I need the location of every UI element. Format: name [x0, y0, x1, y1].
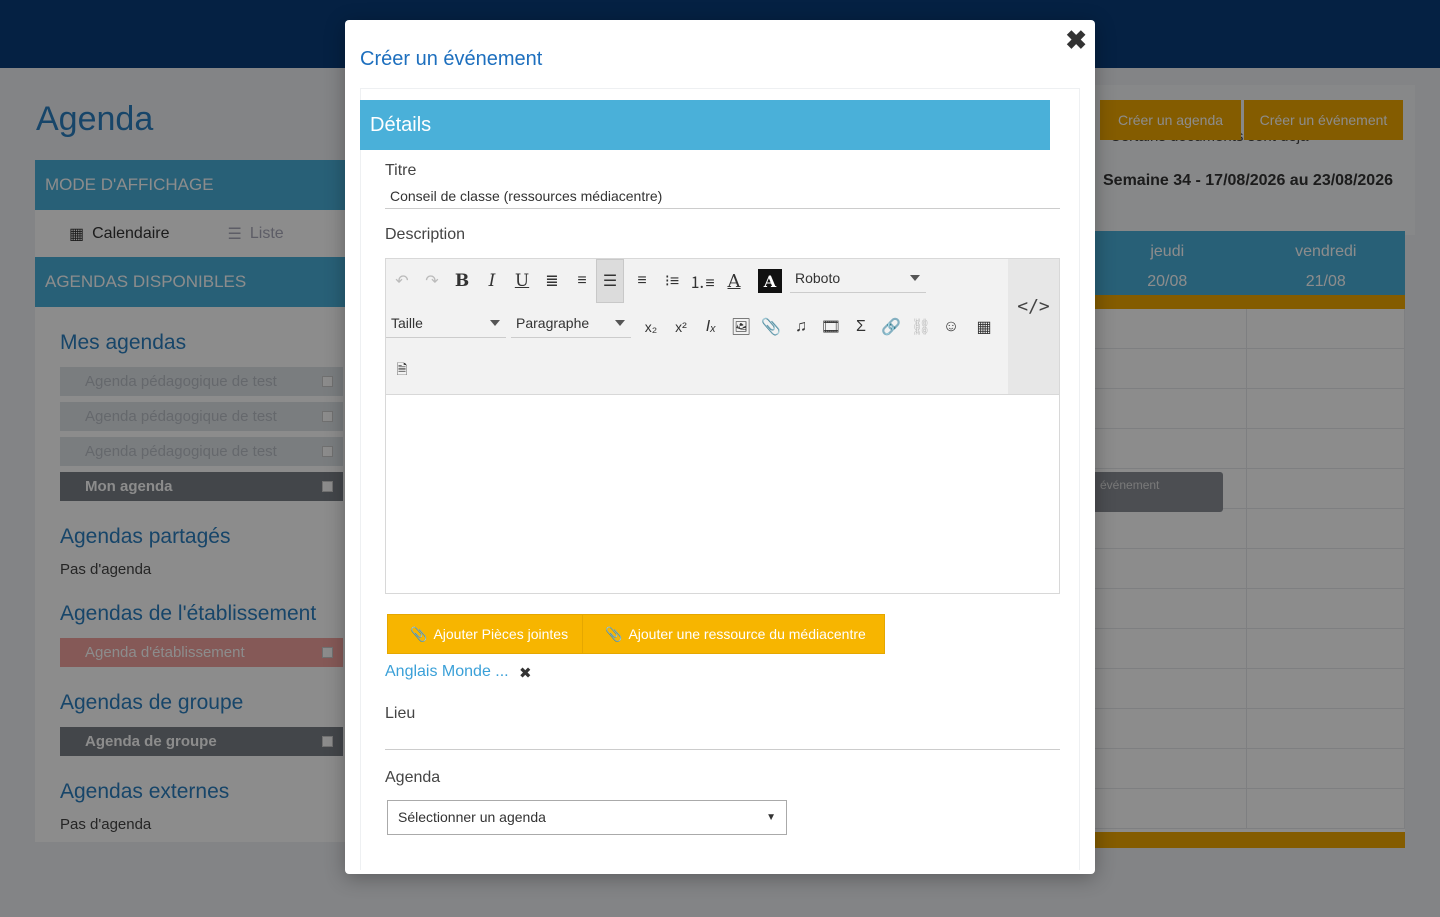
- close-icon[interactable]: ✖: [1065, 26, 1087, 54]
- background-color-icon[interactable]: A: [758, 269, 782, 293]
- location-label: Lieu: [385, 705, 416, 722]
- paragraph-value: Paragraphe: [516, 315, 590, 331]
- link-icon[interactable]: 🔗: [877, 313, 905, 341]
- add-attachment-button[interactable]: 📎 Ajouter Pièces jointes: [387, 614, 588, 654]
- document-icon[interactable]: 🗎: [388, 357, 416, 385]
- chevron-down-icon: [490, 320, 500, 326]
- editor-content-area[interactable]: [386, 394, 1059, 593]
- redo-icon[interactable]: ↷: [418, 267, 446, 295]
- chevron-down-icon: [910, 275, 920, 281]
- align-right-icon[interactable]: ≡: [628, 267, 656, 295]
- table-icon[interactable]: ▦: [970, 313, 998, 341]
- font-family-select[interactable]: Roboto: [790, 267, 926, 293]
- subscript-icon[interactable]: x₂: [637, 313, 665, 341]
- unlink-icon[interactable]: ⛓: [907, 313, 935, 341]
- agenda-select[interactable]: Sélectionner un agenda ▼: [387, 800, 787, 835]
- location-input[interactable]: [385, 726, 1060, 750]
- add-resource-button[interactable]: 📎 Ajouter une ressource du médiacentre: [582, 614, 885, 654]
- font-family-value: Roboto: [795, 270, 841, 286]
- rich-text-editor: ↶ ↷ B I U ≣ ≡ ☰ ≡ ⁝≡ ⒈≡ A A Roboto Taill…: [385, 258, 1060, 594]
- create-event-modal: Créer un événement ✖ Détails Titre Descr…: [345, 20, 1095, 874]
- chevron-down-icon: ▼: [766, 812, 776, 823]
- chevron-down-icon: [615, 320, 625, 326]
- paperclip-icon: 📎: [410, 626, 428, 642]
- numbered-list-icon[interactable]: ⒈≡: [688, 267, 716, 295]
- description-label: Description: [385, 226, 466, 243]
- paperclip-icon: 📎: [605, 626, 623, 642]
- formula-icon[interactable]: Σ: [847, 313, 875, 341]
- audio-icon[interactable]: ♫: [787, 313, 815, 341]
- agenda-select-value: Sélectionner un agenda: [398, 809, 546, 825]
- remove-resource-icon[interactable]: ✖: [519, 664, 532, 682]
- source-code-toggle[interactable]: </>: [1008, 259, 1059, 394]
- font-size-value: Taille: [391, 315, 423, 331]
- editor-toolbar: ↶ ↷ B I U ≣ ≡ ☰ ≡ ⁝≡ ⒈≡ A A Roboto Taill…: [386, 259, 1008, 394]
- agenda-label: Agenda: [385, 769, 441, 786]
- bullet-list-icon[interactable]: ⁝≡: [658, 267, 686, 295]
- align-center-icon[interactable]: ≡: [568, 267, 596, 295]
- add-attachment-label: Ajouter Pièces jointes: [433, 626, 569, 642]
- align-justify-icon[interactable]: ≣: [538, 267, 566, 295]
- italic-button[interactable]: I: [478, 267, 506, 295]
- image-icon[interactable]: 🖼: [727, 313, 755, 341]
- undo-icon[interactable]: ↶: [388, 267, 416, 295]
- underline-button[interactable]: U: [508, 267, 536, 295]
- font-size-select[interactable]: Taille: [386, 312, 506, 338]
- align-left-icon[interactable]: ☰: [596, 259, 624, 303]
- modal-title: Créer un événement: [360, 48, 543, 70]
- paragraph-select[interactable]: Paragraphe: [511, 312, 631, 338]
- emoji-icon[interactable]: ☺: [937, 313, 965, 341]
- superscript-icon[interactable]: x²: [667, 313, 695, 341]
- resource-link[interactable]: Anglais Monde ...: [385, 663, 509, 681]
- clear-format-icon[interactable]: Iₓ: [697, 313, 725, 341]
- code-icon: </>: [1017, 296, 1050, 317]
- text-color-icon[interactable]: A: [720, 267, 748, 295]
- video-icon[interactable]: 🎞: [817, 313, 845, 341]
- bold-button[interactable]: B: [448, 267, 476, 295]
- title-label: Titre: [385, 162, 417, 179]
- title-input[interactable]: [385, 183, 1060, 209]
- add-resource-label: Ajouter une ressource du médiacentre: [628, 626, 866, 642]
- attachment-icon[interactable]: 📎: [757, 313, 785, 341]
- details-section-header: Détails: [360, 100, 1050, 150]
